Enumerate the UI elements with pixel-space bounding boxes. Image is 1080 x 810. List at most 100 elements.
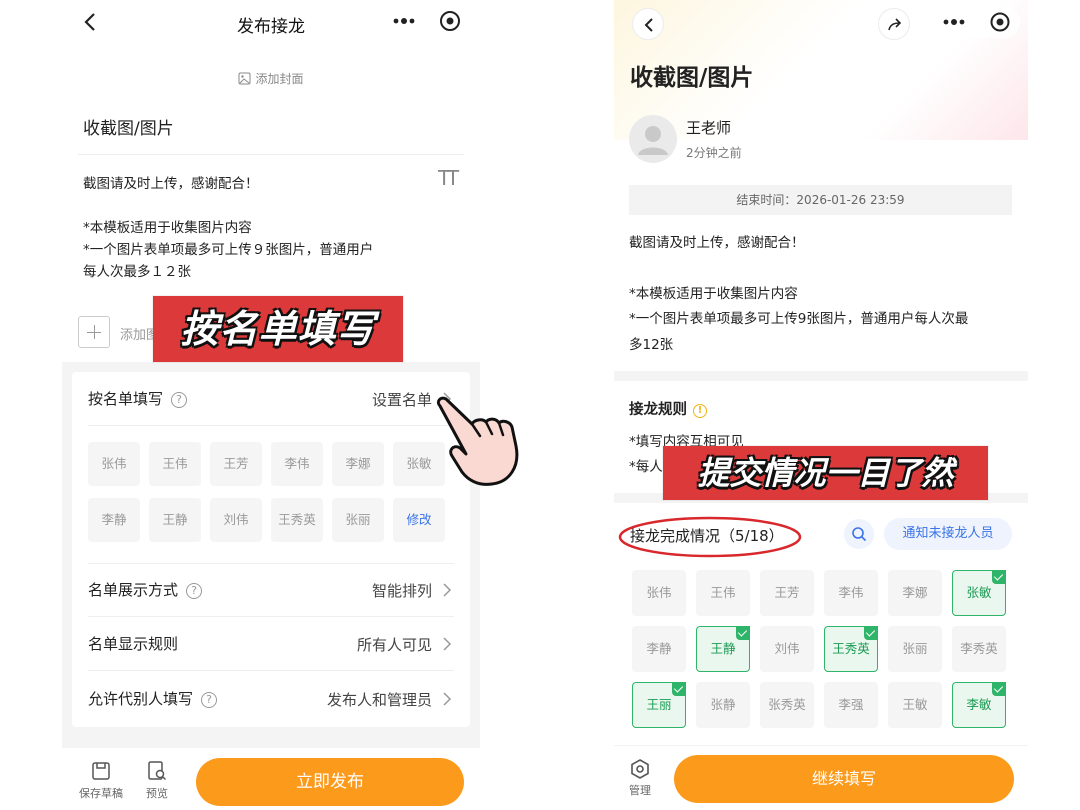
desc-line: 多12张 — [629, 336, 674, 353]
completed-name-chip: 张敏 — [952, 570, 1006, 616]
roster-setting-row[interactable]: 按名单填写? 设置名单 — [88, 372, 454, 426]
display-mode-value: 智能排列 — [371, 582, 432, 600]
save-icon — [92, 762, 110, 780]
roster-name-chip: 王伟 — [149, 442, 201, 486]
description: 截图请及时上传，感谢配合！ *本模板适用于收集图片内容 *一个图片表单项最多可上… — [629, 231, 1014, 358]
completed-name-chip: 王秀英 — [824, 626, 878, 672]
share-button[interactable] — [878, 8, 910, 40]
add-cover-label: 添加封面 — [255, 72, 304, 86]
proxy-fill-label: 允许代别人填写? — [88, 688, 218, 709]
desc-line: *本模板适用于收集图片内容 — [629, 285, 798, 302]
notify-pending-button[interactable]: 通知未接龙人员 — [884, 518, 1012, 550]
divider — [88, 670, 454, 671]
roster-name-chip: 张丽 — [332, 498, 384, 542]
completed-name-chip: 李敏 — [952, 682, 1006, 728]
desc-line — [83, 195, 413, 217]
page-title: 收截图/图片 — [630, 65, 754, 91]
user-icon — [638, 126, 668, 155]
name-text: 张丽 — [902, 641, 928, 656]
name-text: 李敏 — [966, 697, 992, 712]
name-text: 李伟 — [838, 585, 864, 600]
edit-roster-button[interactable]: 修改 — [393, 498, 445, 542]
publish-screen: 发布接龙 添加封面 收截图/图片 TT 截图请及时上传，感谢配合！ *本模板适用… — [62, 0, 480, 810]
close-miniapp-icon[interactable] — [439, 10, 461, 32]
deadline-bar: 结束时间：2026-01-26 23:59 — [629, 185, 1012, 215]
proxy-fill-value: 发布人和管理员 — [326, 691, 432, 709]
back-button[interactable] — [632, 8, 664, 40]
view-screen: 收截图/图片 王老师 2分钟之前 结束时间：2026-01-26 23:59 截… — [614, 0, 1028, 810]
help-icon[interactable]: ? — [201, 692, 218, 708]
divider — [88, 425, 454, 426]
save-draft-button[interactable]: 保存草稿 — [76, 760, 126, 801]
name-text: 刘伟 — [774, 641, 800, 656]
pending-name-chip: 王伟 — [696, 570, 750, 616]
author-name: 王老师 — [686, 119, 732, 137]
name-text: 王敏 — [902, 697, 928, 712]
settings-icon — [631, 759, 649, 779]
display-rule-value: 所有人可见 — [356, 636, 432, 654]
pending-name-chip: 张伟 — [632, 570, 686, 616]
name-text: 王秀英 — [832, 641, 870, 656]
pointing-hand-icon — [436, 396, 519, 486]
name-text: 张伟 — [646, 585, 672, 600]
manage-button[interactable]: 管理 — [622, 758, 658, 798]
annotation-banner: 按名单填写 — [153, 296, 403, 362]
name-text: 李静 — [646, 641, 672, 656]
display-mode-row[interactable]: 名单展示方式? 智能排列 — [88, 563, 454, 617]
continue-fill-button[interactable]: 继续填写 — [674, 755, 1014, 803]
name-text: 王芳 — [774, 585, 800, 600]
roster-name-chip: 李伟 — [271, 442, 323, 486]
description-field[interactable]: 截图请及时上传，感谢配合！ *本模板适用于收集图片内容 *一个图片表单项最多可上… — [83, 173, 413, 283]
bottom-toolbar: 管理 继续填写 — [614, 745, 1028, 810]
roster-name-chip: 刘伟 — [210, 498, 262, 542]
pending-name-chip: 张秀英 — [760, 682, 814, 728]
plus-icon — [78, 316, 110, 348]
close-miniapp-icon[interactable] — [989, 11, 1011, 33]
proxy-fill-row[interactable]: 允许代别人填写? 发布人和管理员 — [88, 672, 454, 726]
more-icon[interactable] — [942, 15, 966, 29]
name-text: 王丽 — [646, 697, 672, 712]
divider — [78, 154, 464, 155]
name-text: 张静 — [710, 697, 736, 712]
chevron-right-icon — [443, 583, 452, 597]
manage-label: 管理 — [629, 784, 651, 797]
desc-line: *本模板适用于收集图片内容 — [83, 220, 252, 236]
pending-name-chip: 李伟 — [824, 570, 878, 616]
display-rule-label: 名单显示规则 — [88, 635, 179, 653]
name-text: 李秀英 — [960, 641, 998, 656]
pending-name-chip: 张静 — [696, 682, 750, 728]
roster-name-chip: 王静 — [149, 498, 201, 542]
display-mode-label: 名单展示方式? — [88, 579, 203, 600]
nav-bar: 发布接龙 — [62, 0, 480, 46]
search-button[interactable] — [844, 519, 874, 549]
pending-name-chip: 张丽 — [888, 626, 942, 672]
add-cover-button[interactable]: 添加封面 — [62, 70, 480, 87]
name-text: 王伟 — [710, 585, 736, 600]
check-icon — [672, 682, 686, 696]
name-text: 张敏 — [966, 585, 992, 600]
pending-name-chip: 李秀英 — [952, 626, 1006, 672]
publish-button[interactable]: 立即发布 — [196, 758, 464, 806]
info-icon: ! — [693, 404, 707, 418]
help-icon[interactable]: ? — [171, 392, 188, 408]
set-roster-link[interactable]: 设置名单 — [372, 389, 432, 410]
pending-name-chip: 王敏 — [888, 682, 942, 728]
desc-line: *一个图片表单项最多可上传９张图片，普通用户 — [83, 242, 374, 258]
check-icon — [992, 570, 1006, 584]
post-time: 2分钟之前 — [686, 146, 742, 160]
name-text: 李娜 — [902, 585, 928, 600]
annotation-banner: 提交情况一目了然 — [663, 446, 988, 500]
desc-line — [629, 257, 1014, 282]
display-rule-row[interactable]: 名单显示规则 所有人可见 — [88, 617, 454, 671]
roster-name-chip: 王芳 — [210, 442, 262, 486]
text-format-icon[interactable]: TT — [438, 166, 459, 190]
desc-line: 截图请及时上传，感谢配合！ — [629, 235, 805, 251]
more-icon[interactable] — [392, 13, 416, 29]
roster-name-chip: 张伟 — [88, 442, 140, 486]
title-field[interactable]: 收截图/图片 — [83, 114, 174, 139]
name-text: 王静 — [710, 641, 736, 656]
preview-button[interactable]: 预览 — [132, 760, 182, 801]
chevron-right-icon — [443, 692, 452, 706]
completed-name-chip: 王静 — [696, 626, 750, 672]
help-icon[interactable]: ? — [186, 583, 203, 599]
